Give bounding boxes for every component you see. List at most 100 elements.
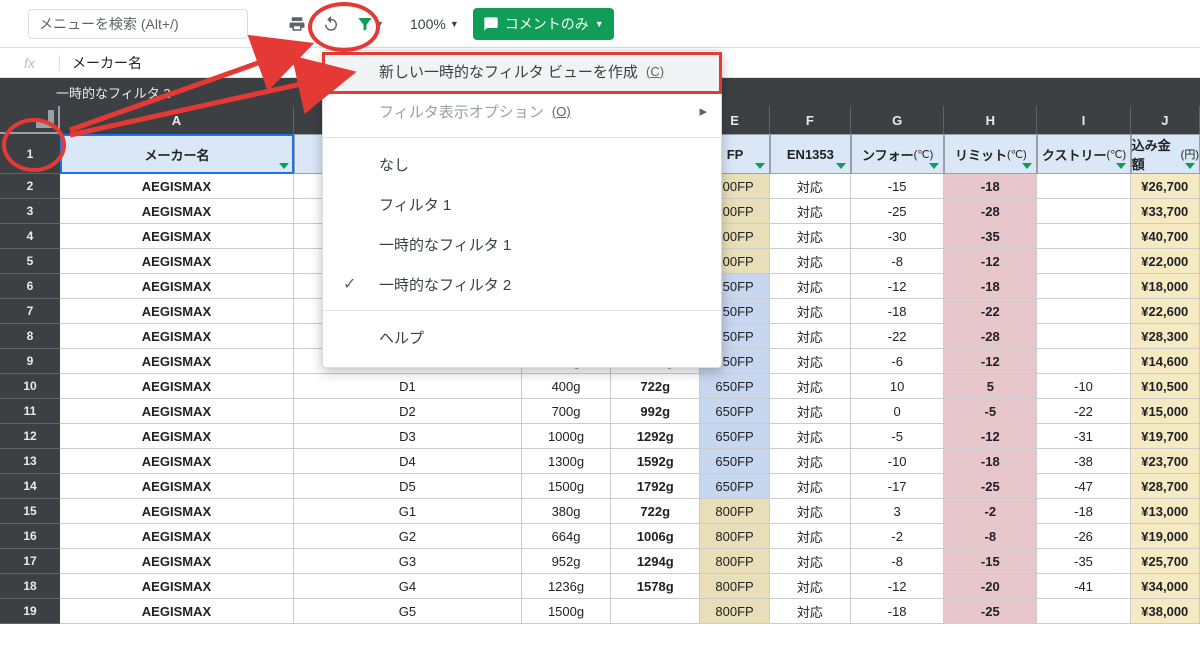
cell[interactable]: D5 (294, 474, 522, 499)
col-header-I[interactable]: I (1037, 106, 1130, 134)
cell[interactable]: G2 (294, 524, 522, 549)
cell[interactable]: -15 (944, 549, 1037, 574)
cell[interactable]: -25 (851, 199, 944, 224)
cell[interactable]: 5 (944, 374, 1037, 399)
row-header[interactable]: 15 (0, 499, 60, 524)
row-header[interactable]: 6 (0, 274, 60, 299)
menu-search[interactable]: メニューを検索 (Alt+/) (28, 9, 248, 39)
cell[interactable]: ¥38,000 (1131, 599, 1200, 624)
cell[interactable]: D3 (294, 424, 522, 449)
col-header-J[interactable]: J (1131, 106, 1200, 134)
cell[interactable]: 対応 (770, 224, 851, 249)
cell[interactable]: 1500g (522, 599, 611, 624)
row-header[interactable]: 17 (0, 549, 60, 574)
row-header[interactable]: 12 (0, 424, 60, 449)
cell[interactable]: 800FP (700, 599, 769, 624)
cell[interactable]: -8 (944, 524, 1037, 549)
cell[interactable]: ¥19,000 (1131, 524, 1200, 549)
row-header[interactable]: 18 (0, 574, 60, 599)
row-header[interactable]: 1 (0, 134, 60, 174)
menu-filter-1[interactable]: フィルタ 1 (323, 184, 721, 224)
cell[interactable]: -22 (944, 299, 1037, 324)
cell[interactable]: AEGISMAX (60, 424, 294, 449)
cell[interactable]: 1592g (611, 449, 700, 474)
cell[interactable]: AEGISMAX (60, 399, 294, 424)
cell[interactable]: 対応 (770, 449, 851, 474)
cell[interactable]: ¥13,000 (1131, 499, 1200, 524)
cell[interactable]: -8 (851, 249, 944, 274)
row-header[interactable]: 8 (0, 324, 60, 349)
cell[interactable]: AEGISMAX (60, 224, 294, 249)
cell[interactable]: AEGISMAX (60, 174, 294, 199)
row-header[interactable]: 2 (0, 174, 60, 199)
cell[interactable]: AEGISMAX (60, 524, 294, 549)
cell[interactable]: -2 (944, 499, 1037, 524)
cell[interactable]: -18 (944, 449, 1037, 474)
cell[interactable]: AEGISMAX (60, 374, 294, 399)
cell[interactable]: -12 (851, 274, 944, 299)
header-cell[interactable]: 込み金額(円) (1131, 134, 1200, 174)
zoom-select[interactable]: 100%▼ (410, 16, 459, 32)
cell[interactable]: AEGISMAX (60, 299, 294, 324)
row-header[interactable]: 9 (0, 349, 60, 374)
menu-help[interactable]: ヘルプ (323, 317, 721, 357)
cell[interactable] (1037, 224, 1130, 249)
cell[interactable]: 722g (611, 374, 700, 399)
menu-create-temp-filter-view[interactable]: 新しい一時的なフィルタ ビューを作成 (C) (323, 51, 721, 91)
cell[interactable]: -18 (851, 599, 944, 624)
cell[interactable]: 対応 (770, 274, 851, 299)
cell[interactable]: ¥28,700 (1131, 474, 1200, 499)
cell[interactable]: ¥25,700 (1131, 549, 1200, 574)
undo-icon[interactable] (318, 11, 344, 37)
cell[interactable]: -18 (944, 274, 1037, 299)
cell[interactable]: ¥26,700 (1131, 174, 1200, 199)
cell[interactable]: 対応 (770, 599, 851, 624)
cell[interactable]: 対応 (770, 424, 851, 449)
cell[interactable]: -25 (944, 474, 1037, 499)
row-header[interactable]: 3 (0, 199, 60, 224)
cell[interactable] (1037, 324, 1130, 349)
cell[interactable]: ¥22,600 (1131, 299, 1200, 324)
cell[interactable]: -31 (1037, 424, 1130, 449)
cell[interactable]: -6 (851, 349, 944, 374)
cell[interactable]: AEGISMAX (60, 199, 294, 224)
cell[interactable]: 992g (611, 399, 700, 424)
cell[interactable]: -30 (851, 224, 944, 249)
cell[interactable]: -25 (944, 599, 1037, 624)
cell[interactable]: 対応 (770, 524, 851, 549)
cell[interactable]: 対応 (770, 574, 851, 599)
cell[interactable]: 380g (522, 499, 611, 524)
cell[interactable]: -26 (1037, 524, 1130, 549)
menu-filter-view-options[interactable]: フィルタ表示オプション (O) ▸ (323, 91, 721, 131)
cell[interactable]: 800FP (700, 499, 769, 524)
cell[interactable]: ¥34,000 (1131, 574, 1200, 599)
cell[interactable]: ¥33,700 (1131, 199, 1200, 224)
cell[interactable]: 1294g (611, 549, 700, 574)
col-header-A[interactable]: A (60, 106, 294, 134)
row-header[interactable]: 11 (0, 399, 60, 424)
cell[interactable]: -5 (944, 399, 1037, 424)
select-all-corner[interactable] (0, 106, 60, 134)
row-header[interactable]: 7 (0, 299, 60, 324)
col-header-F[interactable]: F (770, 106, 851, 134)
cell[interactable]: -10 (1037, 374, 1130, 399)
row-header[interactable]: 19 (0, 599, 60, 624)
cell[interactable]: 650FP (700, 374, 769, 399)
cell[interactable]: 650FP (700, 424, 769, 449)
comment-mode-button[interactable]: コメントのみ ▼ (473, 8, 614, 40)
cell[interactable]: D4 (294, 449, 522, 474)
cell[interactable]: -35 (944, 224, 1037, 249)
cell[interactable]: 対応 (770, 324, 851, 349)
cell[interactable]: AEGISMAX (60, 549, 294, 574)
cell[interactable]: -10 (851, 449, 944, 474)
row-header[interactable]: 4 (0, 224, 60, 249)
cell[interactable]: -12 (851, 574, 944, 599)
cell[interactable]: AEGISMAX (60, 324, 294, 349)
cell[interactable]: G5 (294, 599, 522, 624)
cell[interactable]: 対応 (770, 174, 851, 199)
cell[interactable]: -15 (851, 174, 944, 199)
cell[interactable]: 800FP (700, 524, 769, 549)
cell[interactable]: -12 (944, 424, 1037, 449)
cell[interactable]: 対応 (770, 299, 851, 324)
cell[interactable] (1037, 174, 1130, 199)
